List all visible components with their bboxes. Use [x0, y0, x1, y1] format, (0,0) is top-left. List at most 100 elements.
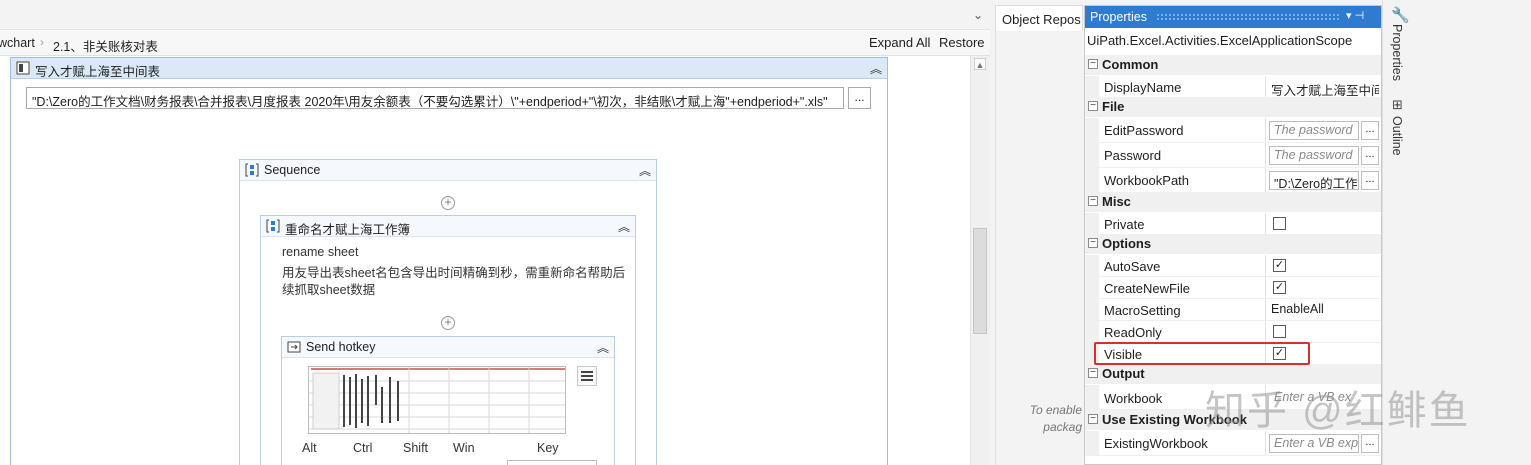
activity-title: Sequence — [264, 163, 321, 177]
property-macrosetting[interactable]: MacroSetting EnableAll — [1085, 299, 1381, 321]
collapse-category-icon[interactable]: − — [1088, 238, 1098, 248]
sequence-icon — [266, 219, 280, 233]
activity-title: Send hotkey — [306, 340, 376, 354]
column-divider[interactable] — [1265, 143, 1266, 167]
category-file[interactable]: − File — [1085, 97, 1381, 117]
column-divider[interactable] — [1265, 277, 1266, 298]
ctrl-modifier-label: Ctrl — [353, 441, 373, 455]
activity-header[interactable]: Sequence ︽ — [240, 160, 656, 181]
object-repository-hint: To enable packag — [1000, 402, 1082, 436]
column-divider[interactable] — [1265, 213, 1266, 234]
property-name: DisplayName — [1104, 80, 1182, 95]
row-gutter — [1085, 321, 1099, 342]
pin-controls-icon[interactable]: ▾ ⊣ — [1346, 9, 1364, 22]
uipath-studio-window: ⌄ wchart › 2.1、非关账核对表 Expand All Restore… — [0, 0, 1531, 465]
collapse-icon[interactable]: ︽ — [597, 339, 609, 356]
hint-line: packag — [1043, 420, 1082, 434]
property-name: WorkbookPath — [1104, 173, 1190, 188]
collapse-icon[interactable]: ︽ — [639, 162, 651, 179]
property-displayname[interactable]: DisplayName 写入才赋上海至中间 — [1085, 76, 1381, 98]
password-input[interactable]: The password — [1269, 146, 1359, 165]
editpassword-input[interactable]: The password — [1269, 121, 1359, 140]
collapse-icon[interactable]: ︽ — [870, 60, 882, 77]
category-label: Common — [1102, 57, 1159, 72]
options-menu-button[interactable] — [577, 366, 597, 386]
excel-scope-icon — [16, 61, 30, 75]
collapse-category-icon[interactable]: − — [1088, 101, 1098, 111]
property-createnewfile[interactable]: CreateNewFile ✓ — [1085, 277, 1381, 299]
sequence-icon — [245, 163, 259, 177]
activity-header[interactable]: 重命名才赋上海工作簿 ︽ — [261, 216, 635, 237]
title-grip — [1156, 13, 1340, 21]
win-modifier-label: Win — [453, 441, 475, 455]
restore-button[interactable]: Restore — [939, 35, 985, 50]
annotation-title: rename sheet — [282, 245, 359, 259]
category-misc[interactable]: − Misc — [1085, 192, 1381, 212]
visible-highlight-box — [1094, 342, 1310, 365]
chevron-down-icon[interactable]: ⌄ — [973, 8, 983, 22]
createnewfile-checkbox[interactable]: ✓ — [1273, 281, 1286, 294]
properties-title: Properties — [1090, 10, 1147, 24]
column-divider[interactable] — [1265, 76, 1266, 97]
send-hotkey-icon — [287, 341, 301, 353]
workbookpath-input[interactable]: "D:\Zero的工作 — [1269, 171, 1359, 190]
breadcrumb-item-current[interactable]: 2.1、非关账核对表 — [53, 36, 158, 55]
column-divider[interactable] — [1265, 321, 1266, 342]
row-gutter — [1085, 143, 1099, 167]
scrollbar-thumb[interactable] — [973, 228, 987, 334]
tab-properties[interactable]: Properties — [1390, 24, 1404, 81]
collapse-category-icon[interactable]: − — [1088, 59, 1098, 69]
tab-outline[interactable]: Outline — [1390, 116, 1404, 156]
outline-icon: ⊞ — [1392, 97, 1403, 112]
collapse-category-icon[interactable]: − — [1088, 368, 1098, 378]
scroll-up-icon[interactable]: ▲ — [974, 58, 986, 70]
activity-header[interactable]: 写入才赋上海至中间表 ︽ — [11, 58, 887, 79]
workbookpath-browse-button[interactable]: ... — [1361, 171, 1379, 190]
macrosetting-select[interactable]: EnableAll — [1271, 302, 1324, 316]
breadcrumb: wchart › 2.1、非关账核对表 Expand All Restore — [0, 30, 990, 56]
add-activity-plus-icon[interactable]: + — [441, 316, 455, 330]
category-common[interactable]: − Common — [1085, 55, 1381, 75]
column-divider[interactable] — [1265, 118, 1266, 142]
activity-title: 写入才赋上海至中间表 — [35, 65, 161, 79]
existingworkbook-input[interactable]: Enter a VB exp — [1269, 434, 1359, 453]
property-workbookpath[interactable]: WorkbookPath "D:\Zero的工作 ... — [1085, 168, 1381, 193]
readonly-checkbox[interactable] — [1273, 325, 1286, 338]
password-browse-button[interactable]: ... — [1361, 146, 1379, 165]
target-screenshot-image — [308, 366, 566, 434]
collapse-icon[interactable]: ︽ — [618, 218, 630, 235]
collapse-category-icon[interactable]: − — [1088, 196, 1098, 206]
column-divider[interactable] — [1265, 299, 1266, 320]
property-password[interactable]: Password The password ... — [1085, 143, 1381, 168]
designer-top-strip — [0, 0, 990, 30]
category-options[interactable]: − Options — [1085, 234, 1381, 254]
autosave-checkbox[interactable]: ✓ — [1273, 259, 1286, 272]
property-name: ExistingWorkbook — [1104, 436, 1208, 451]
key-input[interactable] — [507, 460, 597, 465]
property-autosave[interactable]: AutoSave ✓ — [1085, 255, 1381, 277]
activity-header[interactable]: Send hotkey ︽ — [282, 337, 614, 358]
breadcrumb-item-flowchart[interactable]: wchart — [0, 36, 35, 50]
editpassword-browse-button[interactable]: ... — [1361, 121, 1379, 140]
browse-button[interactable]: ... — [848, 87, 871, 109]
category-label: Options — [1102, 236, 1152, 251]
collapse-category-icon[interactable]: − — [1088, 414, 1098, 424]
column-divider[interactable] — [1265, 168, 1266, 192]
category-label: Misc — [1102, 194, 1131, 209]
tab-object-repository[interactable]: Object Repos — [995, 5, 1083, 31]
workbook-path-input[interactable]: "D:\Zero的工作文档\财务报表\合并报表\月度报表 2020年\用友余额表… — [26, 87, 844, 109]
expand-all-button[interactable]: Expand All — [869, 35, 930, 50]
property-name: MacroSetting — [1104, 303, 1181, 318]
row-gutter — [1085, 168, 1099, 192]
property-editpassword[interactable]: EditPassword The password ... — [1085, 118, 1381, 143]
existingworkbook-browse-button[interactable]: ... — [1361, 434, 1379, 453]
column-divider[interactable] — [1265, 255, 1266, 276]
property-readonly[interactable]: ReadOnly — [1085, 321, 1381, 343]
add-activity-plus-icon[interactable]: + — [441, 196, 455, 210]
property-name: CreateNewFile — [1104, 281, 1190, 296]
property-name: Workbook — [1104, 391, 1163, 406]
property-private[interactable]: Private — [1085, 213, 1381, 235]
property-name: AutoSave — [1104, 259, 1161, 274]
annotation-line: 续抓取sheet数据 — [282, 283, 376, 297]
private-checkbox[interactable] — [1273, 217, 1286, 230]
